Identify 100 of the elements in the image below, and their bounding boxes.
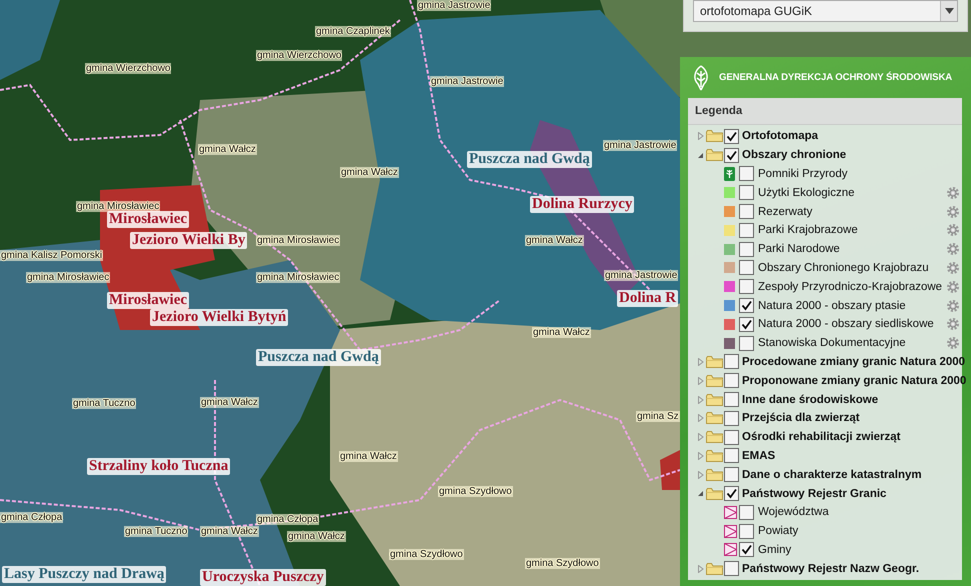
layer-label[interactable]: Natura 2000 - obszary siedliskowe (758, 318, 934, 330)
layer-label[interactable]: Natura 2000 - obszary ptasie (758, 300, 906, 312)
municipality-label: gmina Wierzchowo (256, 50, 342, 61)
layer-label[interactable]: Parki Narodowe (758, 243, 840, 256)
layer-group-label[interactable]: Dane o charakterze katastralnym (742, 468, 922, 481)
municipality-label: gmina Człopa (256, 514, 320, 525)
checkbox[interactable] (724, 561, 739, 576)
settings-icon[interactable] (946, 260, 960, 275)
checkbox[interactable] (739, 260, 754, 276)
layer-label[interactable]: Gminy (758, 544, 792, 556)
checkbox[interactable] (724, 128, 739, 144)
layer-label[interactable]: Rezerwaty (758, 206, 812, 218)
municipality-label: gmina Wałcz (200, 526, 259, 537)
protected-area-label: Strzaliny koło Tuczna (87, 458, 230, 474)
municipality-label: gmina Sz (636, 411, 680, 422)
folder-icon (706, 562, 723, 576)
settings-icon[interactable] (946, 280, 960, 294)
legend-title: Legenda (688, 98, 962, 125)
municipality-label: gmina Wałcz (340, 167, 399, 178)
folder-icon (706, 392, 723, 407)
protected-area-label: Jezioro Wielki Bytyń (150, 309, 288, 326)
checkbox[interactable] (739, 504, 754, 520)
checkbox[interactable] (739, 524, 754, 539)
checkbox[interactable] (739, 336, 754, 351)
protected-area-label: Mirosławiec (107, 211, 190, 228)
checkbox[interactable] (739, 242, 754, 257)
municipality-label: gmina Wałcz (525, 235, 584, 246)
caret-icon (940, 1, 957, 21)
checkbox[interactable] (724, 486, 739, 502)
checkbox[interactable] (739, 204, 754, 220)
layer-label[interactable]: Użytki Ekologiczne (758, 186, 855, 199)
municipality-label: gmina Wierzchowo (85, 63, 172, 74)
protected-area-label: Dolina Rurzycy (530, 196, 634, 212)
leaf-icon (692, 64, 710, 90)
checkbox[interactable] (739, 298, 754, 314)
layer-group-label[interactable]: Państwowy Rejestr Nazw Geogr. (742, 562, 920, 575)
basemap-dropdown[interactable]: ortofotomapa GUGiK (693, 0, 958, 22)
expanded-arrow-icon[interactable] (697, 151, 704, 160)
layer-label[interactable]: Województwa (758, 506, 829, 518)
municipality-label: gmina Szydłowo (525, 558, 600, 569)
layer-label[interactable]: Pomniki Przyrody (758, 168, 848, 180)
municipality-label: gmina Szydłowo (438, 486, 513, 497)
settings-icon[interactable] (946, 298, 960, 313)
municipality-label: gmina Szydłowo (389, 549, 464, 560)
folder-icon (706, 411, 723, 426)
protected-area-label: Mirosławiec (107, 292, 190, 308)
checkbox[interactable] (739, 185, 754, 200)
settings-icon[interactable] (946, 186, 960, 200)
tree-emblem-icon (724, 166, 735, 181)
municipality-label: gmina Mirosławiec (26, 272, 110, 283)
folder-icon (706, 448, 723, 463)
protected-area-label: Lasy Puszczy nad Drawą (2, 566, 166, 582)
checkbox[interactable] (724, 392, 739, 408)
folder-icon (706, 374, 723, 388)
settings-icon[interactable] (946, 204, 960, 219)
checkbox[interactable] (724, 148, 739, 163)
municipality-label: gmina Kalisz Pomorski (0, 250, 104, 261)
layer-group-label[interactable]: Ośrodki rehabilitacji zwierząt (742, 431, 900, 444)
checkbox[interactable] (739, 222, 754, 238)
municipality-label: gmina Wałcz (200, 397, 259, 408)
checkbox[interactable] (724, 373, 739, 388)
checkbox[interactable] (724, 354, 739, 370)
layer-group-label[interactable]: Państwowy Rejestr Granic (742, 488, 886, 500)
checkbox[interactable] (724, 410, 739, 426)
layer-group-label[interactable]: EMAS (742, 450, 776, 462)
layer-label[interactable]: Parki Krajobrazowe (758, 224, 858, 236)
layer-group-label[interactable]: Obszary chronione (742, 149, 846, 162)
layer-label[interactable]: Zespoły Przyrodniczo-Krajobrazowe (758, 280, 942, 293)
checkbox[interactable] (724, 467, 739, 482)
layer-label[interactable]: Powiaty (758, 525, 798, 538)
expanded-arrow-icon[interactable] (697, 490, 704, 498)
layer-label[interactable]: Stanowiska Dokumentacyjne (758, 337, 906, 350)
municipality-label: gmina Tuczno (124, 526, 188, 537)
municipality-label: gmina Tuczno (72, 398, 136, 409)
checkbox[interactable] (724, 448, 739, 464)
municipality-label: gmina Jastrowie (604, 270, 678, 281)
layer-group-label[interactable]: Przejścia dla zwierząt (742, 412, 860, 424)
checkbox[interactable] (739, 542, 754, 558)
municipality-label: gmina Człopa (0, 512, 64, 523)
checkbox[interactable] (739, 166, 754, 182)
municipality-label: gmina Wałcz (287, 531, 346, 542)
checkbox[interactable] (724, 430, 739, 445)
folder-icon (706, 486, 723, 501)
folder-icon (706, 468, 723, 482)
municipality-label: gmina Jastrowie (430, 76, 504, 87)
settings-icon[interactable] (946, 336, 960, 350)
settings-icon[interactable] (946, 317, 960, 332)
protected-area-label: Dolina R (617, 290, 678, 306)
boundary-line-icon (724, 543, 737, 556)
panel-title: GENERALNA DYREKCJA OCHRONY ŚRODOWISKA (719, 72, 952, 83)
protected-area-label: Puszcza nad Gwdą (467, 151, 592, 168)
layer-group-label[interactable]: Ortofotomapa (742, 130, 818, 142)
settings-icon[interactable] (946, 223, 960, 238)
checkbox[interactable] (739, 316, 754, 332)
layer-label[interactable]: Obszary Chronionego Krajobrazu (758, 262, 929, 274)
settings-icon[interactable] (946, 242, 960, 256)
municipality-label: gmina Mirosławiec (256, 272, 340, 283)
layer-group-label[interactable]: Inne dane środowiskowe (742, 394, 878, 406)
checkbox[interactable] (739, 279, 754, 294)
folder-icon (706, 430, 723, 444)
